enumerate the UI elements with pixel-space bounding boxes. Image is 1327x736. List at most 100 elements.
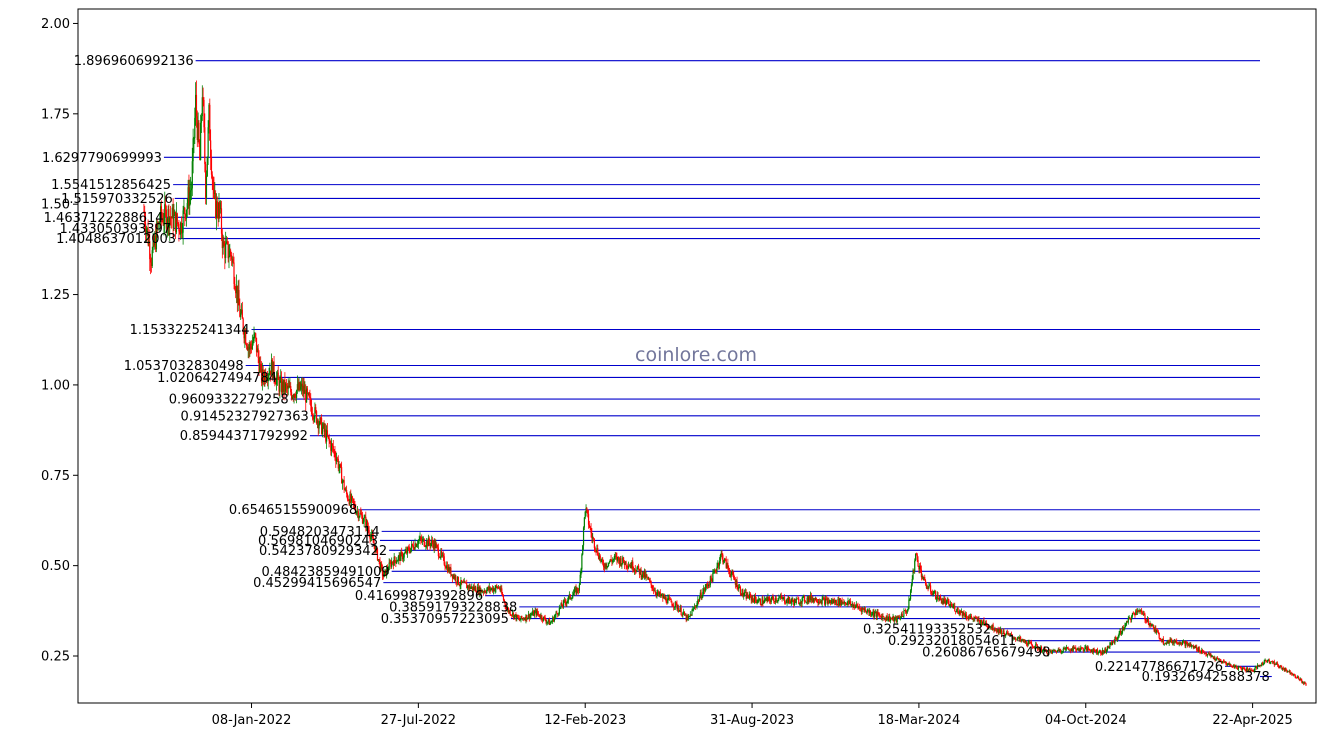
y-tick-label: 1.50 <box>41 198 70 213</box>
candle-body <box>234 283 236 290</box>
x-axis: 08-Jan-2022 27-Jul-2022 12-Feb-2023 31-Aug-… <box>212 703 1293 728</box>
candle-body <box>363 517 365 522</box>
level-label: 0.26086765679498 <box>922 646 1050 661</box>
candle-body <box>582 527 585 546</box>
candle-body <box>1199 651 1201 653</box>
candle-body <box>401 552 403 553</box>
candle-body <box>925 584 928 589</box>
candle-body <box>318 424 320 429</box>
candle-body <box>785 602 787 604</box>
candle-body <box>564 600 566 603</box>
candle-body <box>665 597 667 603</box>
candle-body <box>178 223 180 232</box>
candle-body <box>341 480 344 484</box>
candle-body <box>430 543 432 547</box>
candle-body <box>310 397 312 406</box>
x-tick-label: 04-Oct-2024 <box>1045 713 1127 728</box>
candle-body <box>360 512 362 515</box>
y-tick-label: 1.75 <box>41 107 70 122</box>
candle-body <box>768 597 771 601</box>
candle-body <box>668 597 671 600</box>
candle-body <box>891 618 893 620</box>
candle-body <box>1065 648 1067 650</box>
candle-body <box>1162 638 1164 645</box>
candle-body <box>490 589 492 591</box>
candle-body <box>329 440 331 443</box>
candle-body <box>950 604 953 606</box>
candle-body <box>521 615 523 619</box>
candle-body <box>1206 654 1209 656</box>
level-label: 1.6297790699993 <box>42 151 162 166</box>
candle-body <box>1073 646 1075 648</box>
candle-body <box>1069 649 1071 651</box>
candle-body <box>177 222 179 224</box>
candle-body <box>443 556 445 565</box>
candle-body <box>250 343 252 347</box>
candle-body <box>396 560 399 562</box>
candle-body <box>279 380 281 392</box>
candle-body <box>1093 648 1095 651</box>
candle-body <box>783 597 786 603</box>
candle-body <box>1262 662 1264 665</box>
level-label: 0.91452327927363 <box>181 409 309 424</box>
candle-body <box>874 613 876 617</box>
candle-body <box>859 607 861 609</box>
candle-body <box>944 599 946 601</box>
candle-body <box>396 561 398 564</box>
candle-body <box>416 544 419 546</box>
candle-body <box>733 578 736 581</box>
candle-body <box>402 557 404 560</box>
candle-body <box>907 608 909 611</box>
candle-body <box>714 570 716 572</box>
candle-body <box>189 192 191 206</box>
candle-body <box>1147 619 1149 624</box>
candle-body <box>587 510 589 514</box>
candle-body <box>815 597 817 602</box>
candle-body <box>790 601 792 603</box>
candle-body <box>864 609 867 612</box>
candle-body <box>186 203 188 210</box>
candle-body <box>502 596 505 600</box>
candle-body <box>691 610 693 616</box>
candle-body <box>1056 650 1058 653</box>
candle-body <box>573 589 575 594</box>
candle-body <box>1269 662 1271 663</box>
candle-body <box>346 494 349 500</box>
candle-body <box>1231 666 1234 668</box>
candle-body <box>1083 649 1085 651</box>
candle-body <box>1200 652 1202 654</box>
candle-body <box>420 537 422 540</box>
candle-body <box>417 540 419 545</box>
candle-body <box>1131 616 1133 620</box>
candle-body <box>671 602 673 606</box>
candle-body <box>770 599 772 603</box>
candle-body <box>210 140 212 158</box>
candle-body <box>667 598 669 604</box>
candle-body <box>553 617 555 622</box>
candle-body <box>431 540 434 544</box>
candle-body <box>930 591 933 594</box>
candle-body <box>1103 651 1105 654</box>
candle-body <box>149 259 152 263</box>
candle-body <box>799 603 801 605</box>
candle-body <box>824 598 827 605</box>
candle-body <box>571 598 573 600</box>
candle-body <box>245 344 248 347</box>
candle-body <box>903 610 905 617</box>
candle-body <box>1294 674 1296 678</box>
candle-body <box>680 607 682 615</box>
candle-body <box>1141 610 1143 613</box>
candle-body <box>579 574 581 585</box>
candle-body <box>391 561 394 563</box>
candle-body <box>844 602 847 604</box>
candle-body <box>647 576 649 580</box>
candle-body <box>556 612 558 614</box>
candle-body <box>351 496 354 499</box>
candle-body <box>954 605 956 612</box>
candle-body <box>846 602 848 605</box>
candle-body <box>654 590 656 594</box>
candle-body <box>554 615 556 618</box>
candle-body <box>455 576 457 582</box>
candle-body <box>910 584 912 591</box>
candle-body <box>883 616 885 619</box>
